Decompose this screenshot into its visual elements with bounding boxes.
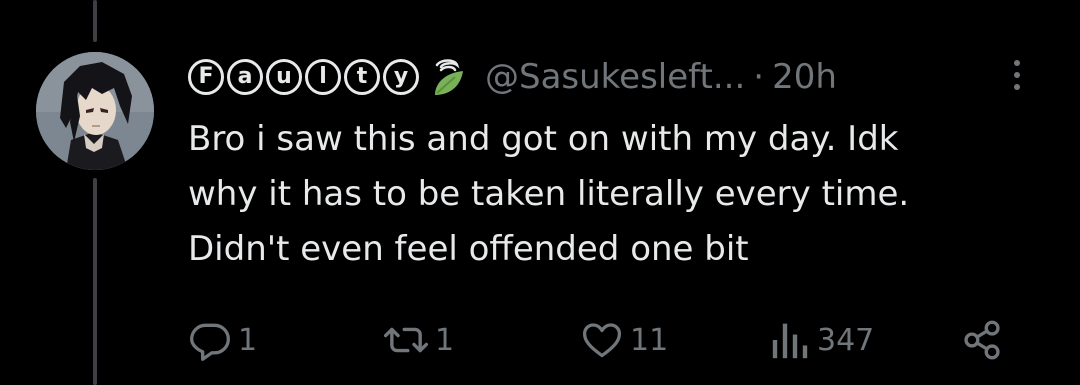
- retweet-button[interactable]: 1: [383, 312, 454, 368]
- reply-button[interactable]: 1: [188, 312, 257, 368]
- display-name[interactable]: F a u l t y: [188, 59, 419, 95]
- display-name-letter: u: [266, 59, 302, 95]
- leaf-wind-emoji-icon: [431, 57, 465, 97]
- tweet-time[interactable]: 20h: [772, 60, 837, 94]
- tweet-actions: 1 1 11 347: [188, 312, 1018, 368]
- share-button[interactable]: [960, 312, 1004, 368]
- user-handle[interactable]: @Sasukesleft...: [485, 60, 745, 94]
- display-name-letter: t: [344, 59, 380, 95]
- tweet-header: F a u l t y @Sasukesleft... · 20h: [188, 52, 1048, 102]
- anime-character-avatar-icon: [36, 52, 154, 170]
- heart-icon: [582, 323, 622, 358]
- tweet-text: Bro i saw this and got on with my day. I…: [188, 119, 910, 269]
- reply-count: 1: [238, 322, 258, 358]
- like-button[interactable]: 11: [580, 312, 668, 368]
- retweet-count: 1: [435, 322, 455, 358]
- separator-dot: ·: [753, 57, 765, 97]
- share-icon: [964, 320, 1000, 360]
- avatar[interactable]: [36, 52, 154, 170]
- display-name-letter: a: [227, 59, 263, 95]
- thread-line-top: [93, 0, 97, 42]
- display-name-letter: y: [383, 59, 419, 95]
- more-options-icon[interactable]: [1006, 54, 1028, 96]
- display-name-letter: F: [188, 59, 224, 95]
- reply-icon: [190, 323, 230, 361]
- views-chart-icon: [772, 323, 808, 359]
- like-count: 11: [630, 322, 669, 358]
- thread-line-bottom: [93, 178, 97, 385]
- retweet-icon: [383, 327, 429, 353]
- views-button[interactable]: 347: [771, 312, 874, 368]
- views-count: 347: [817, 322, 875, 358]
- display-name-letter: l: [305, 59, 341, 95]
